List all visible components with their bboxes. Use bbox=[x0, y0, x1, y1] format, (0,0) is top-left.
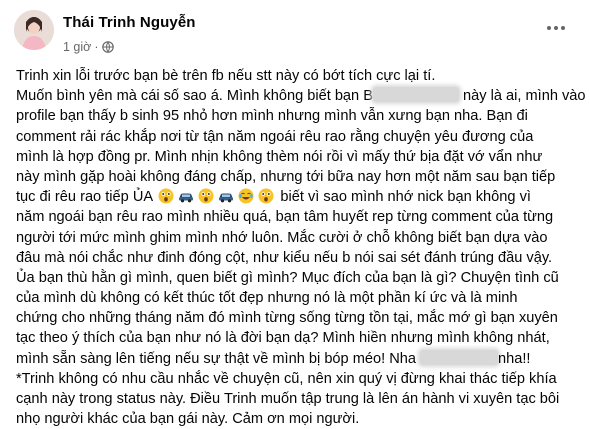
post-line: mình sẵn sàng lên tiếng nếu sự thật về m… bbox=[16, 349, 582, 369]
post-line: chứng cho những tháng năm đó mình từng s… bbox=[16, 310, 558, 327]
post-text: Muốn bình yên mà cái số sao á. Mình khôn… bbox=[16, 88, 373, 105]
redacted-name bbox=[420, 349, 498, 365]
post-line: năm ngoái bạn rêu rao mình nhiều quá, bạ… bbox=[16, 209, 554, 226]
author-avatar[interactable] bbox=[14, 10, 54, 50]
post-line: *Trinh không có nhu cầu nhắc về chuyện c… bbox=[16, 370, 557, 387]
post-line: comment rải rác khắp nơi từ tận năm ngoá… bbox=[16, 128, 534, 145]
post-line: cạnh này trong status này. Điều Trinh mu… bbox=[16, 391, 560, 407]
post-line: đâu mà nói chắc như đinh đóng cột, như k… bbox=[16, 249, 553, 266]
astonished-emoji-icon bbox=[198, 188, 214, 204]
post-line: người tới mức mình ghim mình nhớ luôn. M… bbox=[16, 229, 548, 246]
post-line: Muốn bình yên mà cái số sao á. Mình khôn… bbox=[16, 86, 586, 106]
post-line: này mình gặp hoài không đáng chấp, nhưng… bbox=[16, 168, 556, 185]
astonished-emoji-icon bbox=[258, 188, 274, 204]
post-time[interactable]: 1 giờ bbox=[63, 40, 91, 54]
post-text: nha!! bbox=[498, 350, 531, 367]
post-text: biết vì sao mình nhớ nick bạn không vì bbox=[280, 189, 531, 206]
post-line: mình là hợp đồng pr. Mình nhịn không thè… bbox=[16, 148, 543, 165]
post-meta: 1 giờ · bbox=[63, 40, 114, 54]
facebook-post: Thái Trinh Nguyễn 1 giờ · Trinh xin lỗi … bbox=[0, 0, 590, 427]
post-text: mình sẵn sàng lên tiếng nếu sự thật về m… bbox=[16, 350, 416, 367]
post-line: profile bạn thấy b sinh 95 nhỏ hơn mình … bbox=[16, 108, 528, 125]
meta-separator: · bbox=[94, 40, 99, 54]
more-dot-icon bbox=[561, 26, 565, 30]
car-emoji-icon bbox=[219, 193, 234, 203]
joy-emoji-icon bbox=[238, 188, 254, 204]
car-emoji-icon bbox=[179, 193, 194, 203]
redacted-name bbox=[372, 87, 459, 103]
post-line: tạc theo ý thích của bạn như nó là đời b… bbox=[16, 330, 550, 347]
post-text: này là ai, mình vào bbox=[458, 88, 586, 105]
post-line: Ủa bạn thù hằn gì mình, quen biết gì mìn… bbox=[16, 269, 559, 286]
more-options-button[interactable] bbox=[542, 18, 570, 38]
post-line: Trinh xin lỗi trước bạn bè trên fb nếu s… bbox=[16, 68, 436, 84]
post-line: tục đi rêu rao tiếp ỦA biết vì sao mình … bbox=[16, 187, 582, 207]
post-line: của mình dù không có kết thúc tốt đẹp nh… bbox=[16, 290, 518, 307]
astonished-emoji-icon bbox=[158, 188, 174, 204]
more-dot-icon bbox=[554, 26, 558, 30]
author-name[interactable]: Thái Trinh Nguyễn bbox=[63, 14, 196, 31]
post-body: Trinh xin lỗi trước bạn bè trên fb nếu s… bbox=[16, 66, 586, 429]
globe-icon[interactable] bbox=[101, 41, 114, 53]
more-dot-icon bbox=[547, 26, 551, 30]
post-text: tục đi rêu rao tiếp ỦA bbox=[16, 189, 153, 206]
avatar-image bbox=[14, 10, 54, 50]
post-line: nhọ người khác của bạn gái này. Cảm ơn m… bbox=[16, 411, 360, 428]
